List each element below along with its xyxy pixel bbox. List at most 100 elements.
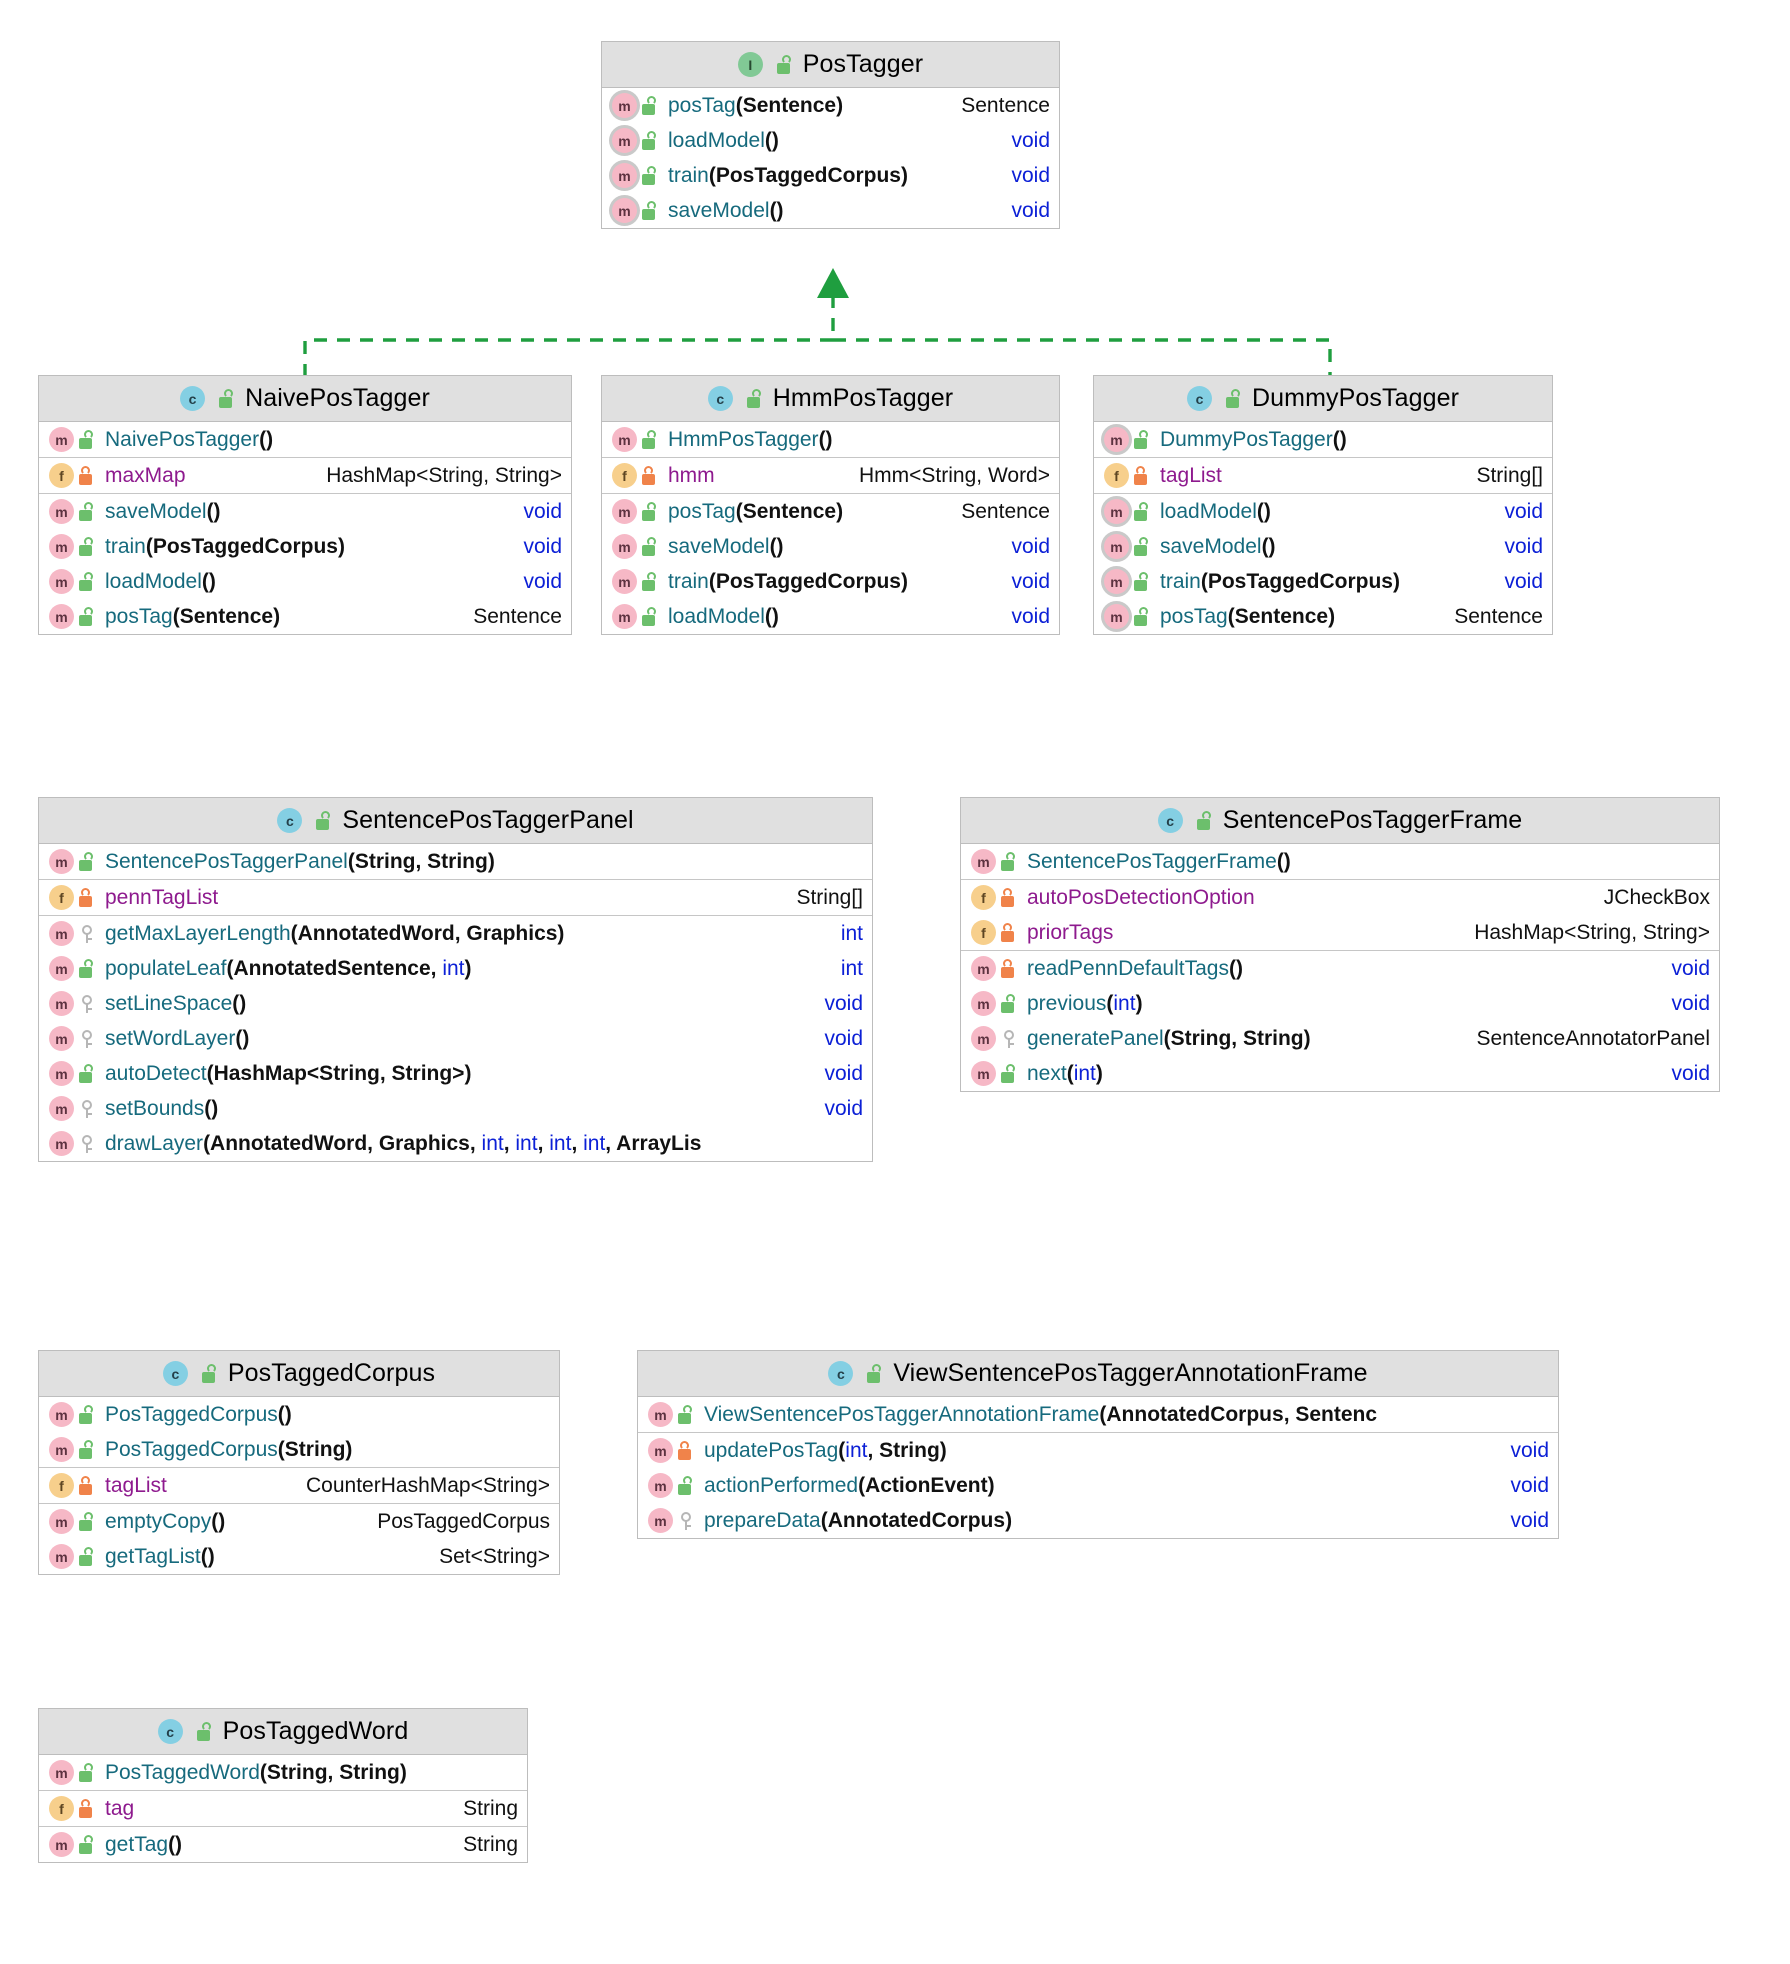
- uml-member-row[interactable]: m drawLayer (AnnotatedWord, Graphics, int,…: [39, 1126, 872, 1161]
- uml-class-box-postaggedword[interactable]: c PosTaggedWord m PosTaggedWord (String, Str…: [38, 1708, 528, 1863]
- member-return-type: void: [1011, 534, 1050, 558]
- uml-member-row[interactable]: m saveModel() void: [602, 193, 1059, 228]
- member-return-type: String: [463, 1796, 518, 1820]
- member-signature: populateLeaf (AnnotatedSentence, int): [105, 957, 472, 981]
- method-badge-icon: m: [49, 1061, 74, 1086]
- uml-member-row[interactable]: m train (PosTaggedCorpus) void: [39, 529, 571, 564]
- uml-class-box-sentencepostaggerframe[interactable]: c SentencePosTaggerFrame m SentencePosTagge…: [960, 797, 1720, 1092]
- uml-member-row[interactable]: f priorTags HashMap<String, String>: [961, 915, 1719, 950]
- uml-class-box-hmmpostagger[interactable]: c HmmPosTagger m HmmPosTagger() f hmm Hmm<Stri…: [601, 375, 1060, 635]
- uml-member-row[interactable]: m HmmPosTagger(): [602, 422, 1059, 457]
- uml-member-row[interactable]: f hmm Hmm<String, Word>: [602, 458, 1059, 493]
- uml-member-row[interactable]: m saveModel() void: [602, 529, 1059, 564]
- uml-class-box-postagger[interactable]: I PosTagger m posTag (Sentence) Sentence m load…: [601, 41, 1060, 229]
- uml-member-row[interactable]: m train (PosTaggedCorpus) void: [1094, 564, 1552, 599]
- uml-member-row[interactable]: m setWordLayer() void: [39, 1021, 872, 1056]
- uml-member-row[interactable]: m posTag (Sentence) Sentence: [602, 88, 1059, 123]
- uml-member-row[interactable]: m prepareData (AnnotatedCorpus) void: [638, 1503, 1558, 1538]
- uml-class-header[interactable]: c SentencePosTaggerFrame: [961, 798, 1719, 844]
- member-params: (): [764, 604, 779, 628]
- uml-member-row[interactable]: m actionPerformed (ActionEvent) void: [638, 1468, 1558, 1503]
- uml-member-row[interactable]: f pennTagList String[]: [39, 880, 872, 915]
- public-unlocked-padlock-icon: [642, 131, 659, 150]
- class-badge-icon: c: [1157, 808, 1183, 833]
- member-signature: train (PosTaggedCorpus): [668, 570, 908, 594]
- uml-member-row[interactable]: m loadModel() void: [39, 564, 571, 599]
- uml-class-box-naivepostagger[interactable]: c NaivePosTagger m NaivePosTagger() f maxMap H…: [38, 375, 572, 635]
- private-locked-padlock-icon: [678, 1441, 695, 1460]
- uml-member-row[interactable]: m posTag (Sentence) Sentence: [602, 494, 1059, 529]
- uml-class-header[interactable]: I PosTagger: [602, 42, 1059, 88]
- member-name: posTag: [105, 604, 173, 628]
- uml-class-header[interactable]: c SentencePosTaggerPanel: [39, 798, 872, 844]
- uml-member-row[interactable]: f tagList String[]: [1094, 458, 1552, 493]
- method-badge-icon: m: [648, 1438, 673, 1463]
- uml-member-row[interactable]: m saveModel() void: [39, 494, 571, 529]
- public-unlocked-padlock-icon: [79, 959, 96, 978]
- public-unlocked-padlock-icon: [79, 1512, 96, 1531]
- uml-member-row[interactable]: f tagList CounterHashMap<String>: [39, 1468, 559, 1503]
- uml-member-row[interactable]: m train (PosTaggedCorpus) void: [602, 158, 1059, 193]
- uml-member-row[interactable]: m getMaxLayerLength (AnnotatedWord, Graphi…: [39, 916, 872, 951]
- uml-class-box-postaggedcorpus[interactable]: c PosTaggedCorpus m PosTaggedCorpus() m PosTa…: [38, 1350, 560, 1575]
- uml-member-row[interactable]: m readPennDefaultTags() void: [961, 951, 1719, 986]
- member-signature: loadModel(): [668, 605, 779, 629]
- uml-member-row[interactable]: m updatePosTag (int, String) void: [638, 1433, 1558, 1468]
- uml-member-row[interactable]: f tag String: [39, 1791, 527, 1826]
- uml-class-box-viewsentencepostaggerannotationframe[interactable]: c ViewSentencePosTaggerAnnotationFrame m Vi…: [637, 1350, 1559, 1539]
- uml-member-section: m PosTaggedCorpus() m PosTaggedCorpus (Strin…: [39, 1397, 559, 1467]
- member-params: (): [1261, 534, 1276, 558]
- uml-member-row[interactable]: m next (int) void: [961, 1056, 1719, 1091]
- member-return-type: void: [1011, 198, 1050, 222]
- uml-member-row[interactable]: m setBounds() void: [39, 1091, 872, 1126]
- member-name: PosTaggedWord: [105, 1760, 260, 1784]
- member-name: tagList: [1160, 463, 1222, 487]
- uml-member-row[interactable]: m generatePanel (String, String) SentenceAn…: [961, 1021, 1719, 1056]
- uml-member-row[interactable]: m loadModel() void: [602, 599, 1059, 634]
- uml-member-row[interactable]: m SentencePosTaggerPanel (String, String): [39, 844, 872, 879]
- member-params: (AnnotatedWord, Graphics): [290, 921, 565, 945]
- uml-member-row[interactable]: m saveModel() void: [1094, 529, 1552, 564]
- uml-member-row[interactable]: m DummyPosTagger(): [1094, 422, 1552, 457]
- uml-member-row[interactable]: m getTag() String: [39, 1827, 527, 1862]
- uml-member-row[interactable]: m train (PosTaggedCorpus) void: [602, 564, 1059, 599]
- uml-member-row[interactable]: m loadModel() void: [1094, 494, 1552, 529]
- uml-class-header[interactable]: c HmmPosTagger: [602, 376, 1059, 422]
- uml-class-header[interactable]: c ViewSentencePosTaggerAnnotationFrame: [638, 1351, 1558, 1397]
- uml-class-box-sentencepostaggerpanel[interactable]: c SentencePosTaggerPanel m SentencePosTagge…: [38, 797, 873, 1162]
- uml-member-row[interactable]: f autoPosDetectionOption JCheckBox: [961, 880, 1719, 915]
- uml-class-header[interactable]: c PosTaggedCorpus: [39, 1351, 559, 1397]
- member-signature: PosTaggedWord (String, String): [105, 1761, 407, 1785]
- uml-member-row[interactable]: m loadModel() void: [602, 123, 1059, 158]
- uml-member-row[interactable]: m populateLeaf (AnnotatedSentence, int) int: [39, 951, 872, 986]
- member-signature: saveModel(): [668, 535, 784, 559]
- uml-member-row[interactable]: m PosTaggedCorpus (String): [39, 1432, 559, 1467]
- uml-member-row[interactable]: m setLineSpace() void: [39, 986, 872, 1021]
- uml-class-header[interactable]: c NaivePosTagger: [39, 376, 571, 422]
- public-unlocked-padlock-icon: [1001, 852, 1018, 871]
- uml-member-row[interactable]: f maxMap HashMap<String, String>: [39, 458, 571, 493]
- public-unlocked-padlock-icon: [1134, 607, 1151, 626]
- uml-member-row[interactable]: m posTag (Sentence) Sentence: [39, 599, 571, 634]
- uml-member-row[interactable]: m PosTaggedCorpus(): [39, 1397, 559, 1432]
- uml-member-row[interactable]: m ViewSentencePosTaggerAnnotationFrame (An…: [638, 1397, 1558, 1432]
- member-signature: posTag (Sentence): [105, 605, 280, 629]
- member-signature: loadModel(): [1160, 500, 1271, 524]
- uml-member-row[interactable]: m PosTaggedWord (String, String): [39, 1755, 527, 1790]
- uml-member-row[interactable]: m posTag (Sentence) Sentence: [1094, 599, 1552, 634]
- public-unlocked-padlock-icon: [642, 166, 659, 185]
- uml-member-row[interactable]: m previous (int) void: [961, 986, 1719, 1021]
- uml-class-box-dummypostagger[interactable]: c DummyPosTagger m DummyPosTagger() f tagList…: [1093, 375, 1553, 635]
- uml-member-row[interactable]: m SentencePosTaggerFrame(): [961, 844, 1719, 879]
- uml-member-row[interactable]: m getTagList() Set<String>: [39, 1539, 559, 1574]
- uml-member-row[interactable]: m autoDetect (HashMap<String, String>) void: [39, 1056, 872, 1091]
- uml-class-header[interactable]: c PosTaggedWord: [39, 1709, 527, 1755]
- uml-member-row[interactable]: m emptyCopy() PosTaggedCorpus: [39, 1504, 559, 1539]
- uml-member-row[interactable]: m NaivePosTagger(): [39, 422, 571, 457]
- member-params: (Sentence): [1227, 604, 1336, 628]
- method-badge-icon: m: [49, 991, 74, 1016]
- uml-class-title: PosTaggedCorpus: [227, 1359, 436, 1387]
- uml-class-header[interactable]: c DummyPosTagger: [1094, 376, 1552, 422]
- member-return-type: void: [1504, 499, 1543, 523]
- field-badge-icon: f: [49, 885, 74, 910]
